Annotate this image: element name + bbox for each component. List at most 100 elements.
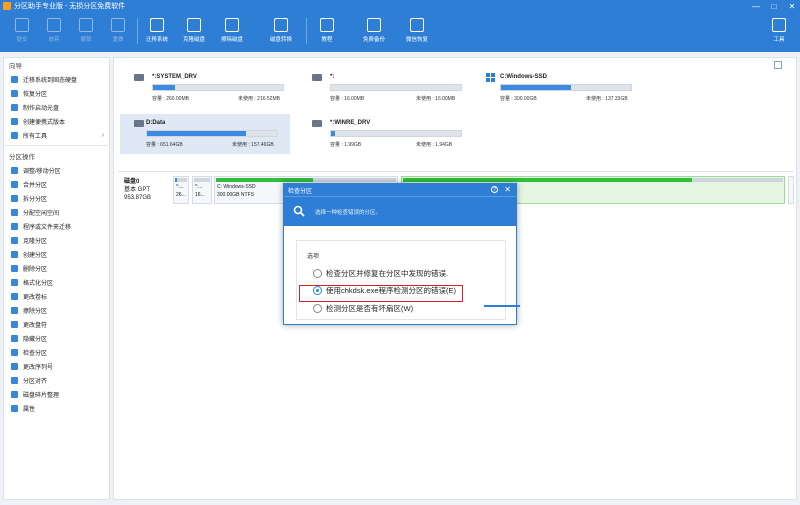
minimize-button[interactable]: — bbox=[752, 2, 760, 11]
sidebar-item-portable[interactable]: 创建便携式版本 bbox=[4, 114, 109, 128]
maximize-button[interactable]: □ bbox=[770, 2, 778, 11]
wipe-disk-button[interactable]: 擦除磁盘 bbox=[213, 14, 251, 48]
allocate-icon bbox=[11, 208, 18, 216]
help-icon[interactable]: ? bbox=[491, 186, 498, 193]
sidebar-item-hide[interactable]: 隐藏分区 bbox=[4, 331, 109, 345]
sidebar-item-defrag[interactable]: 磁盘碎片整理 bbox=[4, 387, 109, 401]
app-mover-icon bbox=[11, 222, 18, 230]
chevron-right-icon: › bbox=[101, 131, 104, 139]
radio-button[interactable] bbox=[313, 304, 322, 313]
partition-block[interactable] bbox=[788, 176, 794, 204]
sidebar-item-recover-partition[interactable]: 恢复分区 bbox=[4, 86, 109, 100]
options-group-label: 选项 bbox=[307, 254, 320, 260]
free-backup-button[interactable]: 免费备份 bbox=[355, 14, 393, 48]
window-title: 分区助手专业版 - 无损分区免费软件 bbox=[14, 3, 126, 10]
app-icon bbox=[3, 2, 11, 10]
partition-bar bbox=[175, 178, 187, 182]
radio-button[interactable] bbox=[313, 269, 322, 278]
migrate-icon bbox=[150, 18, 164, 32]
dialog-title-bar: 检查分区 ? ✕ bbox=[284, 184, 516, 196]
sidebar-item-align[interactable]: 分区对齐 bbox=[4, 373, 109, 387]
sidebar-item-boot-disc[interactable]: 制作启动光盘 bbox=[4, 100, 109, 114]
delete-icon bbox=[11, 264, 18, 272]
usage-bar bbox=[330, 84, 462, 91]
recover-icon bbox=[11, 89, 18, 97]
partition-ops-heading: 分区操作 bbox=[9, 154, 35, 161]
title-bar: 分区助手专业版 - 无损分区免费软件 — □ ✕ bbox=[0, 0, 800, 12]
option-bad-sectors[interactable]: 检测分区是否有坏扇区(W) bbox=[313, 303, 413, 314]
sidebar-item-serial[interactable]: 更改序列号 bbox=[4, 359, 109, 373]
partition-block[interactable]: *:... 26... bbox=[173, 176, 189, 204]
partition-card-selected[interactable]: D:Data 容量 : 651.64GB 未使用 : 157.46GB bbox=[120, 114, 290, 154]
clone-icon bbox=[187, 18, 201, 32]
partition-card[interactable]: *:WINRE_DRV 容量 : 1.99GB 未使用 : 1.94GB bbox=[298, 114, 468, 154]
sidebar-item-check[interactable]: 检查分区 bbox=[4, 345, 109, 359]
usage-fill bbox=[331, 131, 335, 136]
toolbar-separator bbox=[306, 18, 307, 44]
convert-disk-button[interactable]: 磁盘转换 bbox=[262, 14, 300, 48]
sidebar-item-delete[interactable]: 删除分区 bbox=[4, 261, 109, 275]
tools-button[interactable]: 工具 bbox=[760, 14, 798, 48]
usage-bar bbox=[146, 130, 278, 137]
wechat-recovery-button[interactable]: 微信恢复 bbox=[398, 14, 436, 48]
close-icon bbox=[47, 18, 61, 32]
hide-icon bbox=[11, 334, 18, 342]
layout-toggle-icon[interactable] bbox=[774, 61, 782, 69]
sidebar-item-format[interactable]: 格式化分区 bbox=[4, 275, 109, 289]
usage-bar bbox=[152, 84, 284, 91]
tools-icon bbox=[11, 131, 18, 139]
partition-bar bbox=[216, 178, 396, 182]
sidebar-item-split[interactable]: 拆分分区 bbox=[4, 191, 109, 205]
usage-fill bbox=[147, 131, 246, 136]
portable-icon bbox=[11, 117, 18, 125]
drive-icon bbox=[312, 74, 322, 81]
label-icon bbox=[11, 292, 18, 300]
annotation-highlight-box bbox=[299, 285, 463, 302]
recovery-icon bbox=[410, 18, 424, 32]
resize-icon bbox=[11, 166, 18, 174]
sidebar-item-clone-partition[interactable]: 克隆分区 bbox=[4, 233, 109, 247]
migrate-system-button[interactable]: 迁移系统 bbox=[138, 14, 176, 48]
dialog-title: 检查分区 bbox=[288, 188, 313, 195]
search-icon bbox=[293, 205, 305, 217]
close-button[interactable]: ✕ bbox=[788, 2, 796, 11]
sidebar-item-drive-letter[interactable]: 更改盘符 bbox=[4, 317, 109, 331]
focus-underline bbox=[484, 305, 520, 307]
format-icon bbox=[11, 278, 18, 286]
wipe-icon bbox=[225, 18, 239, 32]
options-group: 选项 检查分区并修复在分区中发现的错误. 使用chkdsk.exe程序检测分区的… bbox=[296, 240, 520, 320]
sidebar-item-create[interactable]: 创建分区 bbox=[4, 247, 109, 261]
toolbar: 提交 放弃 撤销 重做 迁移系统 克隆磁盘 擦除磁盘 磁盘转换 教程 免费备份 … bbox=[0, 12, 800, 52]
sidebar-item-label[interactable]: 更改卷标 bbox=[4, 289, 109, 303]
check-icon bbox=[15, 18, 29, 32]
sidebar-item-app-mover[interactable]: 程序或文件夹迁移 bbox=[4, 219, 109, 233]
sidebar-item-all-tools[interactable]: 所有工具 › bbox=[4, 128, 109, 142]
tutorial-icon bbox=[320, 18, 334, 32]
sidebar-item-migrate-os[interactable]: 迁移系统到固态硬盘 bbox=[4, 72, 109, 86]
sidebar-item-merge[interactable]: 合并分区 bbox=[4, 177, 109, 191]
partition-card[interactable]: *: 容量 : 16.00MB 未使用 : 16.00MB bbox=[298, 68, 468, 108]
redo-button[interactable]: 重做 bbox=[99, 14, 137, 48]
partition-card[interactable]: *:SYSTEM_DRV 容量 : 260.00MB 未使用 : 216.52M… bbox=[120, 68, 290, 108]
sidebar-item-properties[interactable]: 属性 bbox=[4, 401, 109, 415]
disk-info[interactable]: 磁盘0 基本 GPT 953.87GB bbox=[124, 178, 151, 202]
partition-card[interactable]: C:Windows-SSD 容量 : 300.00GB 未使用 : 137.33… bbox=[474, 68, 644, 108]
dialog-header-text: 选择一种检查错误的分区。 bbox=[315, 210, 382, 216]
clone-disk-button[interactable]: 克隆磁盘 bbox=[175, 14, 213, 48]
sidebar-item-allocate[interactable]: 分配空闲空间 bbox=[4, 205, 109, 219]
partition-bar bbox=[194, 178, 210, 182]
dialog-close-button[interactable]: ✕ bbox=[504, 185, 511, 194]
sidebar-item-wipe[interactable]: 擦除分区 bbox=[4, 303, 109, 317]
sidebar: 向导 迁移系统到固态硬盘 恢复分区 制作启动光盘 创建便携式版本 所有工具 › 分… bbox=[3, 57, 110, 500]
partition-bar bbox=[403, 178, 783, 182]
merge-icon bbox=[11, 180, 18, 188]
redo-icon bbox=[111, 18, 125, 32]
partition-block[interactable]: *:... 16... bbox=[192, 176, 212, 204]
drive-icon bbox=[134, 74, 144, 81]
check-partition-icon bbox=[11, 348, 18, 356]
sidebar-divider bbox=[4, 145, 109, 146]
sidebar-item-resize[interactable]: 调整/移动分区 bbox=[4, 163, 109, 177]
defrag-icon bbox=[11, 390, 18, 398]
tutorial-button[interactable]: 教程 bbox=[308, 14, 346, 48]
option-check-and-fix[interactable]: 检查分区并修复在分区中发现的错误. bbox=[313, 268, 448, 279]
